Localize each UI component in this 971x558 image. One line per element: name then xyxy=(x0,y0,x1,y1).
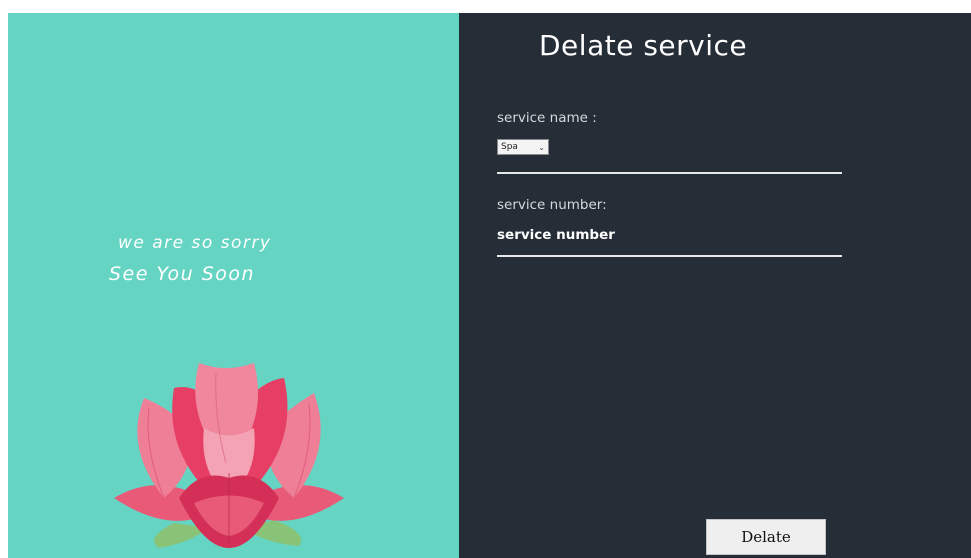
left-panel: we are so sorry See You Soon xyxy=(8,13,459,558)
service-number-underline xyxy=(497,255,842,257)
lotus-flower-icon xyxy=(114,363,344,548)
service-name-label: service name : xyxy=(497,110,597,126)
page-title: Delate service xyxy=(539,29,748,62)
service-name-select[interactable]: Spa ⌄ xyxy=(497,139,549,155)
chevron-down-icon: ⌄ xyxy=(538,142,545,152)
delete-button[interactable]: Delate xyxy=(706,519,826,555)
service-name-underline xyxy=(497,172,842,174)
see-you-soon-message: See You Soon xyxy=(109,263,256,285)
sorry-message: we are so sorry xyxy=(118,233,272,253)
right-panel: Delate service service name : Spa ⌄ serv… xyxy=(459,13,971,558)
service-number-input[interactable] xyxy=(497,225,841,245)
service-number-label: service number: xyxy=(497,197,607,213)
service-name-selected-value: Spa xyxy=(501,142,518,152)
